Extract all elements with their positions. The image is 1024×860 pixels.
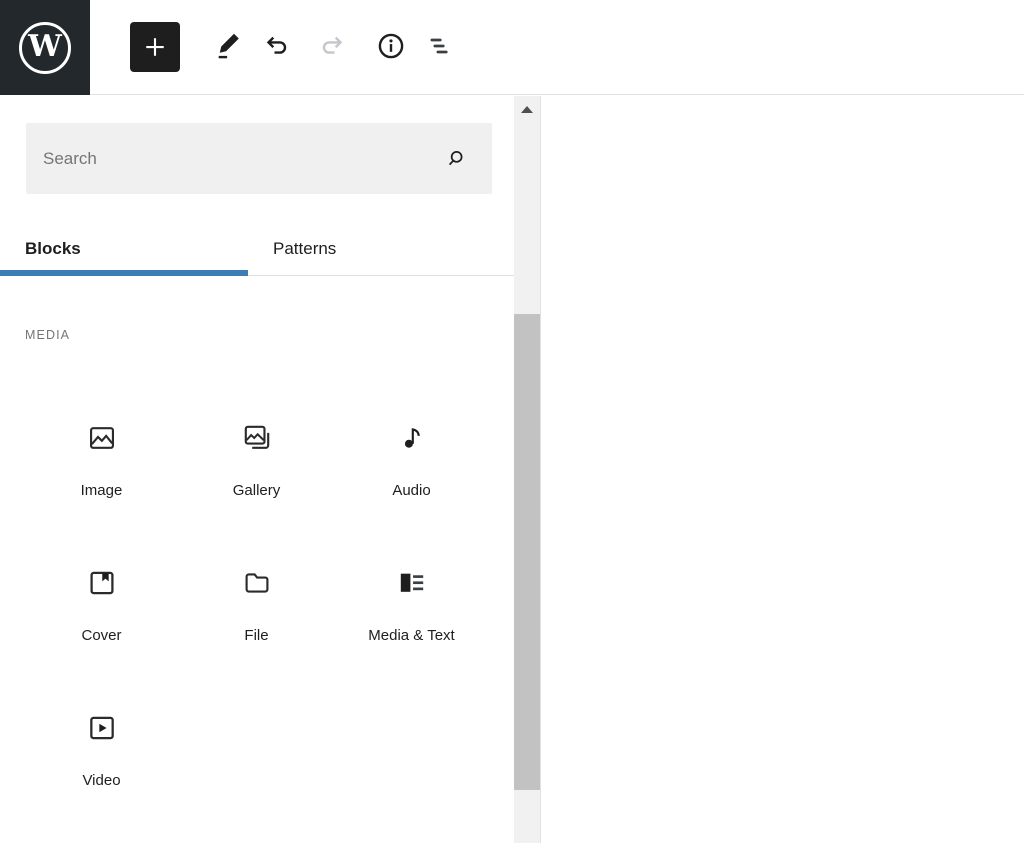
block-label: File <box>244 627 269 644</box>
undo-button[interactable] <box>258 28 294 64</box>
cover-icon <box>89 571 114 595</box>
image-icon <box>89 427 114 449</box>
block-label: Cover <box>81 627 122 644</box>
info-icon <box>378 33 404 59</box>
block-label: Media & Text <box>368 627 455 644</box>
block-inserter-panel: Blocks Patterns MEDIA Image Gallery <box>0 96 541 843</box>
undo-arrow-icon <box>266 36 287 54</box>
panel-scrollbar[interactable] <box>514 96 540 843</box>
add-block-button[interactable] <box>130 22 180 72</box>
block-item-audio[interactable]: Audio <box>334 406 489 551</box>
editor-canvas[interactable] <box>541 96 1024 860</box>
wordpress-logo-icon: W <box>19 21 71 74</box>
section-label-media: MEDIA <box>25 328 71 342</box>
block-item-media-text[interactable]: Media & Text <box>334 551 489 696</box>
video-icon <box>89 716 114 740</box>
block-item-video[interactable]: Video <box>24 696 179 841</box>
magnifier-icon <box>448 150 463 166</box>
editor-toolbar: W <box>0 0 1024 95</box>
wordpress-logo-button[interactable]: W <box>0 0 90 95</box>
tools-button[interactable] <box>210 28 246 64</box>
scrollbar-thumb[interactable] <box>514 314 540 790</box>
list-view-button[interactable] <box>423 28 459 64</box>
redo-arrow-icon <box>322 36 343 54</box>
details-button[interactable] <box>373 28 409 64</box>
scrollbar-up-button[interactable] <box>514 96 540 122</box>
list-view-icon <box>430 38 448 54</box>
media-text-icon <box>400 573 423 592</box>
pencil-icon <box>218 33 239 59</box>
scroll-up-arrow-icon <box>521 105 533 113</box>
search-input[interactable] <box>26 123 492 194</box>
active-tab-indicator <box>0 270 248 276</box>
block-label: Gallery <box>232 482 281 499</box>
block-item-file[interactable]: File <box>179 551 334 696</box>
block-label: Video <box>82 772 121 789</box>
block-item-gallery[interactable]: Gallery <box>179 406 334 551</box>
block-editor: W Search Blocks Patterns MEDIA Image Gal… <box>0 0 1024 860</box>
wordpress-logo-letter: W <box>28 28 62 64</box>
gallery-icon <box>244 425 269 449</box>
block-item-cover[interactable]: Cover <box>24 551 179 696</box>
plus-icon <box>146 38 164 56</box>
block-grid: Image Gallery Audio Cover File Media & T… <box>24 406 490 841</box>
tab-patterns[interactable]: Patterns <box>273 239 336 259</box>
folder-icon <box>245 573 268 593</box>
search-box <box>26 123 492 194</box>
tab-blocks[interactable]: Blocks <box>25 239 81 259</box>
block-label: Image <box>80 482 123 499</box>
block-item-image[interactable]: Image <box>24 406 179 551</box>
redo-button[interactable] <box>315 28 351 64</box>
audio-note-icon <box>404 428 420 448</box>
block-label: Audio <box>392 482 431 499</box>
